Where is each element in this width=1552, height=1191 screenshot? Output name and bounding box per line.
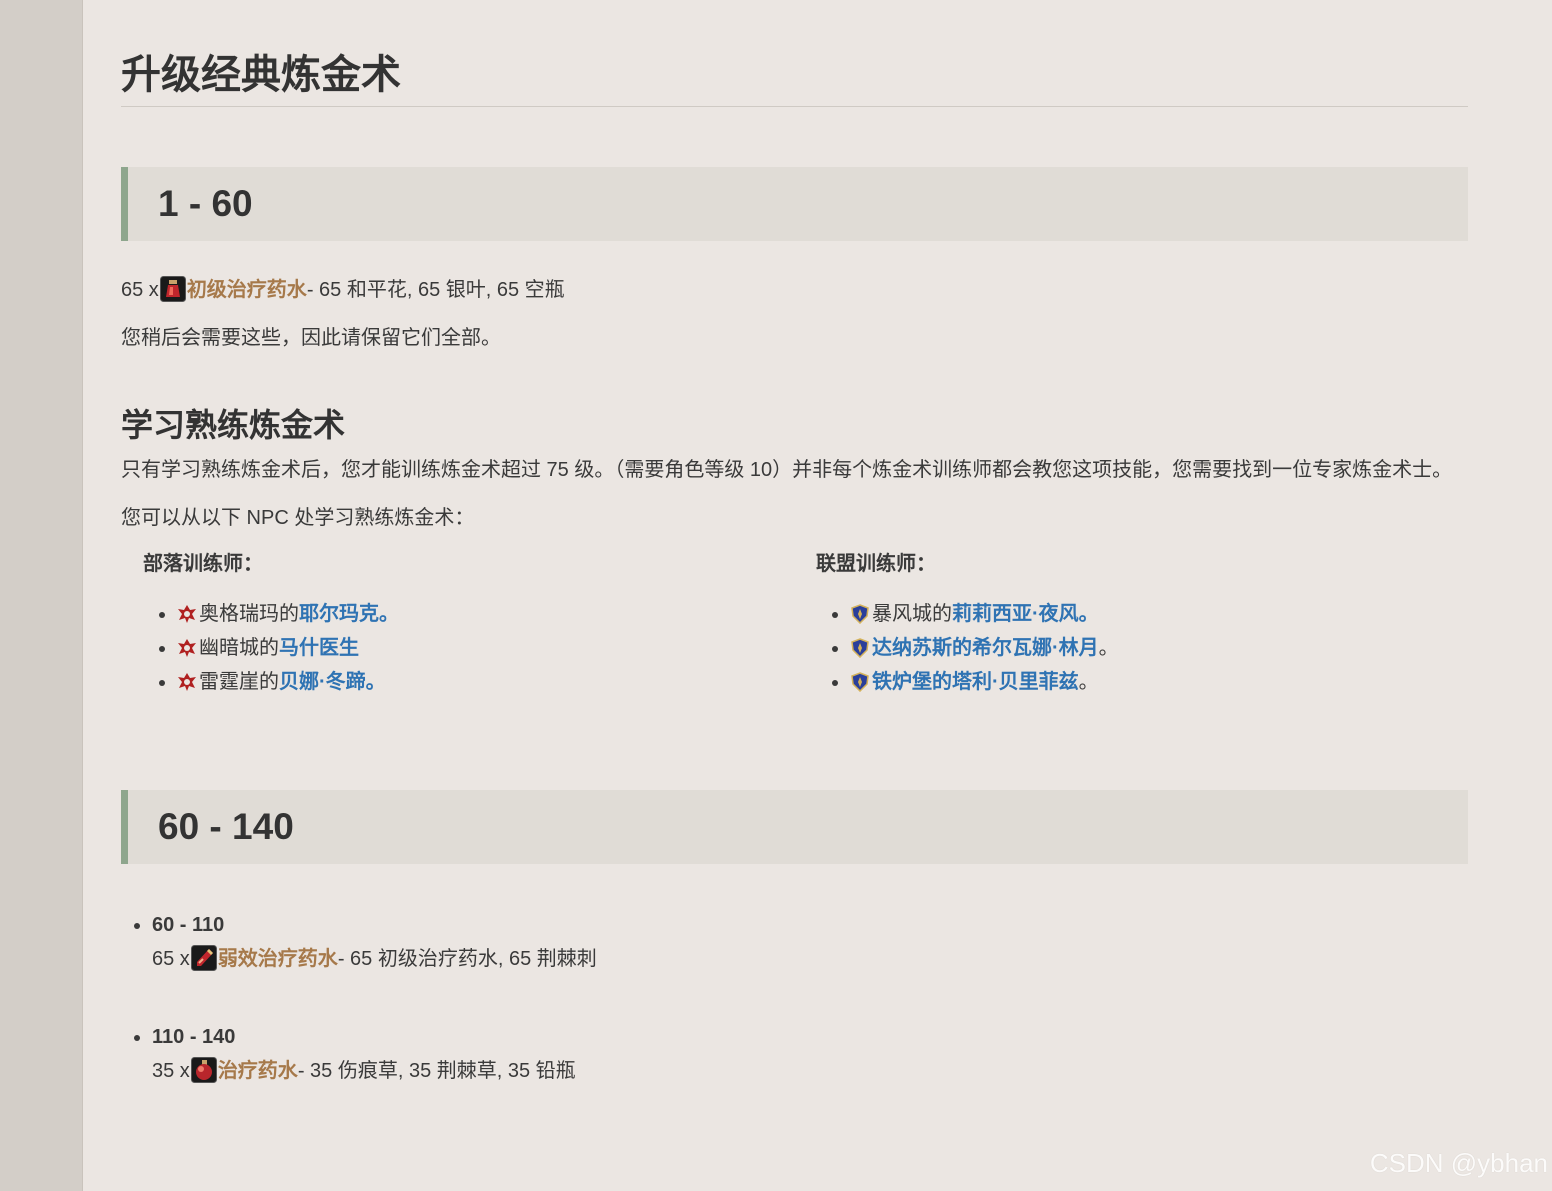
red-potion-icon[interactable] (159, 276, 186, 302)
list-item: 雷霆崖的贝娜·冬蹄。 (177, 665, 399, 699)
trainer-suffix: 。 (1098, 637, 1119, 659)
learn-heading: 学习熟练炼金术 (121, 407, 346, 443)
recipe-reagents: - 65 和平花, 65 银叶, 65 空瓶 (306, 279, 565, 301)
npc-link[interactable]: 铁炉堡的塔利·贝里菲兹 (872, 671, 1079, 693)
alliance-icon (850, 635, 870, 659)
list-item: 奥格瑞玛的耶尔玛克。 (177, 597, 399, 631)
horde-trainers-heading: 部落训练师： (143, 553, 263, 575)
trainer-location: 暴风城的 (872, 603, 952, 625)
npc-link[interactable]: 莉莉西亚·夜风。 (952, 603, 1099, 625)
section-heading-1-60: 1 - 60 (121, 167, 1468, 241)
list-item: 110 - 140 35 x 治疗药水- 35 伤痕草, 35 荆棘草, 35 铅… (152, 1020, 1468, 1088)
list-item: 达纳苏斯的希尔瓦娜·林月。 (850, 631, 1119, 665)
recipe-reagents: - 35 伤痕草, 35 荆棘草, 35 铅瓶 (297, 1060, 576, 1082)
learn-paragraph: 只有学习熟练炼金术后，您才能训练炼金术超过 75 级。（需要角色等级 10）并非… (121, 459, 1453, 481)
alliance-trainers: 联盟训练师： 暴风城的莉莉西亚·夜风。 达纳苏斯的希尔瓦娜·林月。 铁炉堡的塔利… (816, 549, 1119, 699)
recipe-line: 65 x 初级治疗药水- 65 和平花, 65 银叶, 65 空瓶 (121, 273, 1468, 307)
watermark: CSDN @ybhan (1369, 1148, 1548, 1178)
alliance-icon (850, 669, 870, 693)
list-item: 暴风城的莉莉西亚·夜风。 (850, 597, 1119, 631)
item-link-lesser-healing-potion[interactable]: 弱效治疗药水 (218, 948, 338, 970)
trainer-columns: 部落训练师： 奥格瑞玛的耶尔玛克。 幽暗城的马什医生 雷霆崖的贝娜·冬蹄。 联盟… (121, 549, 1468, 709)
horde-trainer-list: 奥格瑞玛的耶尔玛克。 幽暗城的马什医生 雷霆崖的贝娜·冬蹄。 (143, 597, 399, 699)
list-item: 铁炉堡的塔利·贝里菲兹。 (850, 665, 1119, 699)
alliance-icon (850, 601, 870, 625)
step-range: 110 - 140 (152, 1026, 236, 1048)
page-title: 升级经典炼金术 (121, 48, 1468, 107)
round-potion-icon[interactable] (190, 1057, 217, 1083)
recipe-quantity: 35 x (152, 1060, 190, 1082)
alliance-trainers-heading: 联盟训练师： (816, 553, 936, 575)
item-link-minor-healing-potion[interactable]: 初级治疗药水 (187, 279, 307, 301)
npc-link[interactable]: 马什医生 (279, 637, 359, 659)
horde-icon (177, 635, 197, 657)
left-rail (0, 0, 83, 1191)
npc-link[interactable]: 耶尔玛克。 (299, 603, 399, 625)
horde-icon (177, 601, 197, 623)
list-item: 幽暗城的马什医生 (177, 631, 399, 665)
article-content: 升级经典炼金术 1 - 60 65 x 初级治疗药水- 65 和平花, 65 银叶… (121, 0, 1468, 1088)
item-link-healing-potion[interactable]: 治疗药水 (218, 1060, 298, 1082)
step-list: 60 - 110 65 x 弱效治疗药水- 65 初级治疗药水, 65 荆棘刺 1… (121, 908, 1468, 1088)
list-item: 60 - 110 65 x 弱效治疗药水- 65 初级治疗药水, 65 荆棘刺 (152, 908, 1468, 976)
alliance-trainer-list: 暴风城的莉莉西亚·夜风。 达纳苏斯的希尔瓦娜·林月。 铁炉堡的塔利·贝里菲兹。 (816, 597, 1119, 699)
section-heading-60-140: 60 - 140 (121, 790, 1468, 864)
horde-trainers: 部落训练师： 奥格瑞玛的耶尔玛克。 幽暗城的马什医生 雷霆崖的贝娜·冬蹄。 (143, 549, 399, 699)
recipe-quantity: 65 x (121, 279, 159, 301)
trainer-location: 幽暗城的 (199, 637, 279, 659)
npc-link[interactable]: 达纳苏斯的希尔瓦娜·林月 (872, 637, 1099, 659)
npc-intro: 您可以从以下 NPC 处学习熟练炼金术： (121, 507, 475, 529)
trainer-location: 奥格瑞玛的 (199, 603, 299, 625)
recipe-reagents: - 65 初级治疗药水, 65 荆棘刺 (337, 948, 597, 970)
step-range: 60 - 110 (152, 914, 225, 936)
keep-note: 您稍后会需要这些，因此请保留它们全部。 (121, 327, 501, 349)
npc-link[interactable]: 贝娜·冬蹄。 (279, 671, 386, 693)
recipe-quantity: 65 x (152, 948, 190, 970)
horde-icon (177, 669, 197, 691)
trainer-suffix: 。 (1078, 671, 1099, 693)
trainer-location: 雷霆崖的 (199, 671, 279, 693)
thin-potion-icon[interactable] (190, 945, 217, 971)
